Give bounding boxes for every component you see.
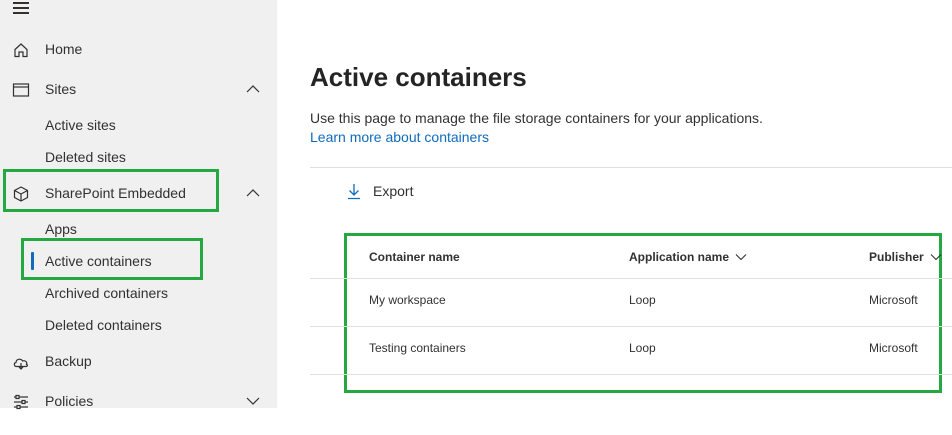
divider [310,374,952,375]
learn-more-link[interactable]: Learn more about containers [310,129,489,145]
cube-icon [13,186,29,202]
sidebar-item-label: Policies [45,393,94,409]
cell-publisher: Microsoft [869,293,918,307]
sidebar-item-policies[interactable]: Policies [0,385,277,417]
chevron-down-icon[interactable] [245,394,261,408]
sidebar-item-label: Deleted sites [45,149,126,165]
export-button[interactable]: Export [346,178,413,204]
sidebar-item-deleted-containers[interactable]: Deleted containers [0,309,277,341]
chevron-up-icon[interactable] [245,82,261,96]
sites-icon [12,83,30,97]
cell-application-name: Loop [629,293,656,307]
chevron-down-icon[interactable] [930,252,942,262]
column-header-application-name[interactable]: Application name [629,250,747,264]
cell-application-name: Loop [629,341,656,355]
sidebar-item-label: Deleted containers [45,317,162,333]
sidebar-item-label: Sites [45,81,77,97]
sidebar-item-label: Active sites [45,117,116,133]
sliders-icon [14,394,28,410]
sidebar-item-deleted-sites[interactable]: Deleted sites [0,141,277,173]
sidebar-item-backup[interactable]: Backup [0,345,277,377]
column-header-publisher[interactable]: Publisher [869,250,942,264]
export-label: Export [373,183,414,199]
column-header-container-name[interactable]: Container name [369,250,460,264]
column-header-label: Application name [629,250,730,264]
sidebar-item-apps[interactable]: Apps [0,213,277,245]
hamburger-menu-icon[interactable] [13,2,29,14]
left-nav: Home Sites Active sites Deleted sites Sh… [0,0,277,410]
divider [310,326,952,327]
sidebar-item-label: SharePoint Embedded [45,185,186,201]
divider [310,167,952,168]
selected-indicator [31,252,34,270]
sidebar-item-active-containers[interactable]: Active containers [0,245,277,277]
download-icon [348,184,360,200]
cell-container-name[interactable]: Testing containers [369,341,466,355]
sidebar-item-label: Home [45,41,83,57]
page-description: Use this page to manage the file storage… [310,110,763,126]
cell-container-name[interactable]: My workspace [369,293,446,307]
column-header-label: Publisher [869,250,924,264]
sidebar-item-sites[interactable]: Sites [0,73,277,105]
sidebar-item-home[interactable]: Home [0,33,277,65]
chevron-down-icon[interactable] [735,252,747,262]
cloud-backup-icon [13,358,28,370]
sidebar-item-label: Apps [45,221,77,237]
column-header-label: Container name [369,250,460,264]
sidebar-item-sharepoint-embedded[interactable]: SharePoint Embedded [0,177,277,209]
sidebar-item-label: Active containers [45,253,152,269]
divider [310,278,952,279]
cell-publisher: Microsoft [869,341,918,355]
sidebar-item-label: Backup [45,353,92,369]
home-icon [14,43,28,58]
sidebar-item-active-sites[interactable]: Active sites [0,109,277,141]
page-title: Active containers [310,62,527,92]
sidebar-item-archived-containers[interactable]: Archived containers [0,277,277,309]
chevron-up-icon[interactable] [245,186,261,200]
sidebar-item-label: Archived containers [45,285,168,301]
